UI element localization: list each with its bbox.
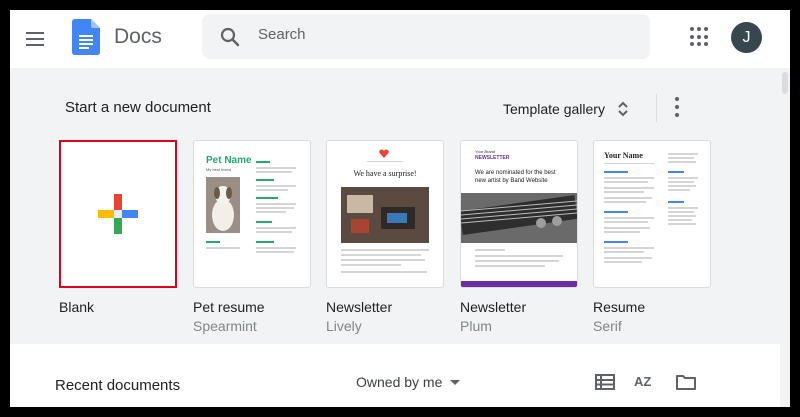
recent-documents-bar: Recent documents Owned by me AZ [10,344,780,407]
toolbar-divider [656,94,657,122]
sort-az-icon[interactable]: AZ [634,372,656,392]
owner-filter-dropdown[interactable]: Owned by me [356,374,461,390]
thumb-plum-title: NEWSLETTER [475,155,510,161]
template-name: Pet resume [193,299,265,315]
template-subtitle: Spearmint [193,318,257,334]
thumb-lively-heading: We have a surprise! [353,169,417,178]
thumb-pet-title: Pet Name [206,155,252,166]
recent-documents-title: Recent documents [55,377,181,394]
thumb-plum-heading: We are nominated for the best new artist… [475,170,556,184]
blank-thumbnail[interactable] [59,140,177,288]
google-apps-icon[interactable] [690,27,710,47]
template-card-resume-serif[interactable]: Your Name Resume Serif [593,140,711,334]
top-bar: Docs J [10,10,790,68]
caret-down-icon [450,379,461,385]
template-gallery-button[interactable]: Template gallery [503,90,629,128]
template-name: Resume [593,299,646,315]
folder-icon[interactable] [675,372,697,392]
newsletter-lively-thumbnail[interactable]: We have a surprise! [326,140,444,288]
template-section: Start a new document Template gallery Bl… [10,68,780,344]
list-view-icon[interactable] [594,372,616,392]
thumb-plum-brand: Your Brand [475,149,496,154]
template-gallery-label: Template gallery [503,101,605,117]
template-card-blank[interactable]: Blank [59,140,177,315]
guitar-photo [461,193,577,243]
dog-image-icon [206,177,240,233]
scrollbar-thumb[interactable] [782,72,788,94]
newsletter-plum-thumbnail[interactable]: Your Brand NEWSLETTER We are nominated f… [460,140,578,288]
template-name: Blank [59,299,95,315]
docs-logo-icon[interactable] [72,19,100,55]
app-window: Docs J Start a new document Template gal… [0,0,800,417]
unfold-icon [618,101,628,117]
template-card-newsletter-plum[interactable]: Your Brand NEWSLETTER We are nominated f… [460,140,578,334]
section-title: Start a new document [65,99,211,116]
template-subtitle: Serif [593,318,622,334]
plum-footer-bar [461,281,577,287]
app-title: Docs [114,25,162,48]
heart-icon [379,149,389,158]
pet-photo [206,177,240,233]
resume-serif-thumbnail[interactable]: Your Name [593,140,711,288]
thumb-serif-name: Your Name [604,151,643,160]
search-bar[interactable] [202,14,650,59]
template-subtitle: Plum [460,318,492,334]
pet-resume-thumbnail[interactable]: Pet Name My best friend [193,140,311,288]
lively-photo [341,187,429,243]
account-avatar[interactable]: J [731,22,762,53]
template-name: Newsletter [460,299,527,315]
thumb-pet-subtitle: My best friend [206,167,232,172]
vertical-scrollbar[interactable] [780,68,790,407]
search-input[interactable] [256,25,620,44]
plus-icon [98,194,138,234]
watermark: www.deuaq.com [700,408,774,417]
template-card-newsletter-lively[interactable]: We have a surprise! Newsletter Lively [326,140,444,334]
search-icon[interactable] [218,25,242,49]
template-card-pet-resume[interactable]: Pet Name My best friend Pet resume Spear… [193,140,311,334]
more-options-icon[interactable] [674,97,680,117]
template-subtitle: Lively [326,318,362,334]
owner-filter-label: Owned by me [356,374,443,390]
main-menu-button[interactable] [26,26,52,52]
template-name: Newsletter [326,299,393,315]
